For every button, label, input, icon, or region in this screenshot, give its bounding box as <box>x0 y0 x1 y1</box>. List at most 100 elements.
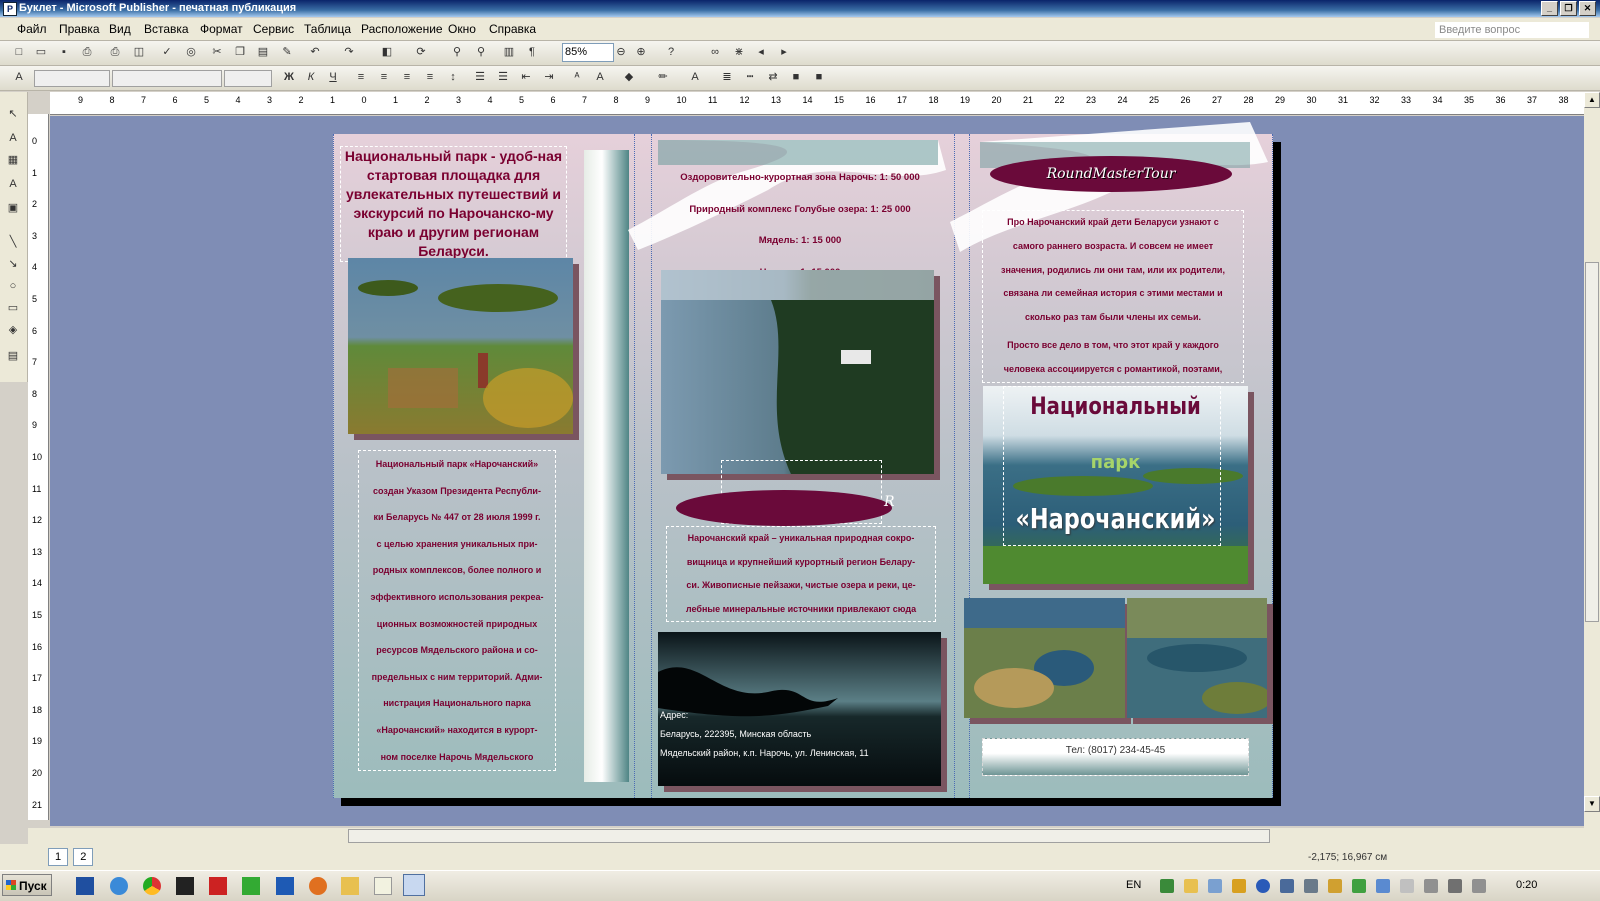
menu-window[interactable]: Окно <box>448 22 476 36</box>
shadow-style-icon[interactable]: ■ <box>787 69 805 86</box>
phone-box[interactable]: Тел: (8017) 234-45-45 <box>982 738 1249 776</box>
oval-icon[interactable]: ○ <box>5 278 21 294</box>
address-block[interactable]: Адрес: Беларусь, 222395, Минская область… <box>660 710 940 767</box>
autoshapes-icon[interactable]: ◈ <box>5 322 21 338</box>
fill-color-icon[interactable]: ◆ <box>620 69 638 86</box>
menu-file[interactable]: Файл <box>17 22 47 36</box>
language-indicator[interactable]: EN <box>1126 879 1141 891</box>
arrow-icon[interactable]: ↘ <box>5 256 21 272</box>
zoom-out-icon[interactable]: ⊖ <box>612 44 630 61</box>
firefox-icon[interactable] <box>309 877 327 895</box>
insert-hyperlink-icon[interactable]: ⚲ <box>448 44 466 61</box>
print-preview-icon[interactable]: ◫ <box>130 44 148 61</box>
spelling-icon[interactable]: ✓ <box>158 44 176 61</box>
font-color-icon[interactable]: A <box>686 69 704 86</box>
page-2-button[interactable]: 2 <box>73 848 94 866</box>
speaker-tray-icon[interactable] <box>1472 879 1486 893</box>
increase-indent-icon[interactable]: ⇥ <box>540 69 558 86</box>
blue-lakes-photo-1[interactable] <box>964 598 1125 718</box>
paste-icon[interactable]: ▤ <box>254 44 272 61</box>
page-1-button[interactable]: 1 <box>48 848 68 866</box>
panel2-body-text[interactable]: Нарочанский край – уникальная природная … <box>666 526 936 622</box>
help-icon[interactable]: ? <box>662 44 680 61</box>
vertical-ruler[interactable]: 0 1 2 3 4 5 6 7 8 9 10 11 12 13 14 15 16 17 18 19 20 21 <box>28 114 49 820</box>
line-icon[interactable]: ╲ <box>5 234 21 250</box>
power-tray-icon[interactable] <box>1424 879 1438 893</box>
minimize-button[interactable]: _ <box>1541 1 1558 16</box>
open-folder-icon[interactable]: ▭ <box>32 44 50 61</box>
new-file-icon[interactable]: □ <box>10 44 28 61</box>
menu-tools[interactable]: Сервис <box>253 22 294 36</box>
menu-format[interactable]: Формат <box>200 22 243 36</box>
research-icon[interactable]: ◎ <box>182 44 200 61</box>
volume-icon[interactable] <box>1328 879 1342 893</box>
line-spacing-icon[interactable]: ↕ <box>444 69 462 86</box>
arrow-style-icon[interactable]: ⇄ <box>764 69 782 86</box>
line-style-icon[interactable]: ≣ <box>718 69 736 86</box>
panel1-headline[interactable]: Национальный парк - удоб-ная стартовая п… <box>340 146 567 262</box>
menu-table[interactable]: Таблица <box>304 22 351 36</box>
panel1-body-text[interactable]: Национальный парк «Нарочанский» создан У… <box>358 450 556 772</box>
menu-view[interactable]: Вид <box>109 22 131 36</box>
columns-icon[interactable]: ▥ <box>500 44 518 61</box>
format-painter-icon[interactable]: ✎ <box>278 44 296 61</box>
table-icon[interactable]: ▦ <box>5 152 21 168</box>
photoshop-icon[interactable] <box>276 877 294 895</box>
align-center-icon[interactable]: ≡ <box>375 69 393 86</box>
zoom-search-icon[interactable]: ⚲ <box>472 44 490 61</box>
bold-button[interactable]: Ж <box>280 69 298 86</box>
app-icon-green[interactable] <box>242 877 260 895</box>
dash-style-icon[interactable]: ┅ <box>741 69 759 86</box>
increase-font-icon[interactable]: A <box>591 69 609 86</box>
menu-edit[interactable]: Правка <box>59 22 100 36</box>
font-select[interactable] <box>112 70 222 87</box>
wordart-icon[interactable]: A <box>5 176 21 192</box>
design-gallery-icon[interactable]: ▤ <box>5 348 21 364</box>
rotate-icon[interactable]: ⟳ <box>412 44 430 61</box>
decrease-indent-icon[interactable]: ⇤ <box>517 69 535 86</box>
start-button[interactable]: Пуск <box>2 874 52 896</box>
console-icon[interactable] <box>176 877 194 895</box>
display-tray-icon[interactable] <box>1304 879 1318 893</box>
security-tray-icon[interactable] <box>1160 879 1174 893</box>
notepad-icon[interactable] <box>374 877 392 895</box>
folder-tray-icon[interactable] <box>1184 879 1198 893</box>
zoom-in-icon[interactable]: ⊕ <box>632 44 650 61</box>
vertical-scroll-thumb[interactable] <box>1585 262 1599 622</box>
menu-arrange[interactable]: Расположение <box>361 22 443 36</box>
close-button[interactable]: ✕ <box>1579 1 1596 16</box>
app-icon-red[interactable] <box>209 877 227 895</box>
publisher-taskbar-button[interactable] <box>403 874 425 896</box>
print-icon[interactable]: ⎙ <box>106 44 124 61</box>
vertical-scrollbar[interactable]: ▲ ▼ <box>1584 92 1600 828</box>
numbering-icon[interactable]: ☰ <box>471 69 489 86</box>
chrome-icon[interactable] <box>143 877 161 895</box>
text-box-icon[interactable]: A <box>5 130 21 146</box>
paragraph-marks-icon[interactable]: ¶ <box>523 44 541 61</box>
link-text-boxes-icon[interactable]: ∞ <box>706 44 724 61</box>
print-setup-icon[interactable]: ⎙ <box>78 44 96 61</box>
ask-question-input[interactable]: Введите вопрос <box>1434 21 1590 39</box>
bring-to-front-icon[interactable]: ◧ <box>378 44 396 61</box>
horizontal-scrollbar[interactable] <box>28 828 1600 844</box>
3d-style-icon[interactable]: ■ <box>810 69 828 86</box>
internet-explorer-icon[interactable] <box>110 877 128 895</box>
panel3-body-text[interactable]: Про Нарочанский край дети Беларуси узнаю… <box>982 210 1244 383</box>
unlink-icon[interactable]: ⋇ <box>730 44 748 61</box>
line-color-icon[interactable]: ✏ <box>654 69 672 86</box>
scroll-down-icon[interactable]: ▼ <box>1584 796 1600 812</box>
zoom-select[interactable]: 85% <box>562 43 614 62</box>
monitor-tray-icon[interactable] <box>1280 879 1294 893</box>
flag-tray-icon[interactable] <box>1400 879 1414 893</box>
save-icon[interactable]: ▪ <box>55 44 73 61</box>
network-tray-icon[interactable] <box>1208 879 1222 893</box>
info-tray-icon[interactable] <box>1376 879 1390 893</box>
save-taskbar-icon[interactable] <box>76 877 94 895</box>
align-right-icon[interactable]: ≡ <box>398 69 416 86</box>
restore-button[interactable]: ❐ <box>1560 1 1577 16</box>
blue-lakes-photo-2[interactable] <box>1127 598 1267 718</box>
clock[interactable]: 0:20 <box>1516 879 1537 891</box>
prev-frame-icon[interactable]: ◂ <box>752 44 770 61</box>
lake-naroch-aerial-photo[interactable] <box>661 270 934 474</box>
select-pointer-icon[interactable]: ↖ <box>5 106 21 122</box>
